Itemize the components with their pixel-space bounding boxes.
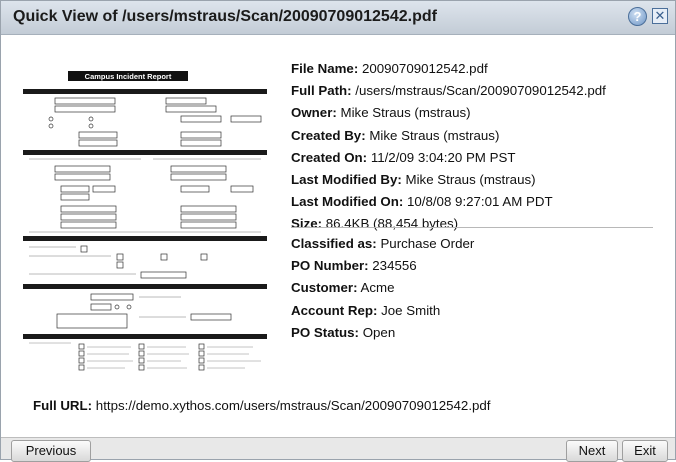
metadata-label: Last Modified On:	[291, 194, 404, 210]
full-url: Full URL: https://demo.xythos.com/users/…	[33, 398, 491, 413]
metadata-label: Size:	[291, 216, 323, 232]
file-metadata: File Name: 20090709012542.pdf Full Path:…	[291, 58, 661, 236]
metadata-value: Mike Straus (mstraus)	[340, 105, 471, 121]
metadata-row: Last Modified By: Mike Straus (mstraus)	[291, 169, 661, 191]
classification-value: Open	[362, 324, 396, 340]
document-thumbnail: Campus Incident Report	[21, 56, 271, 374]
classification-label: Customer:	[291, 280, 358, 296]
next-button[interactable]: Next	[566, 440, 618, 462]
dialog-title: Quick View of /users/mstraus/Scan/200907…	[13, 8, 437, 25]
metadata-label: Full Path:	[291, 83, 352, 99]
previous-button[interactable]: Previous	[11, 440, 91, 462]
classification-metadata: Classified as: Purchase Order PO Number:…	[291, 233, 661, 344]
metadata-label: Owner:	[291, 105, 337, 121]
metadata-row: File Name: 20090709012542.pdf	[291, 58, 661, 80]
metadata-value: /users/mstraus/Scan/20090709012542.pdf	[355, 83, 606, 99]
classification-value: Joe Smith	[381, 302, 441, 318]
classification-row: Customer: Acme	[291, 277, 661, 299]
metadata-value: 11/2/09 3:04:20 PM PST	[370, 149, 516, 165]
metadata-row: Created By: Mike Straus (mstraus)	[291, 125, 661, 147]
dialog-footer: Previous Next Exit	[1, 437, 675, 462]
thumbnail-doc-title: Campus Incident Report	[85, 72, 172, 81]
metadata-label: File Name:	[291, 61, 359, 76]
exit-button[interactable]: Exit	[622, 440, 668, 462]
classification-label: Classified as:	[291, 236, 377, 251]
full-url-label: Full URL:	[33, 398, 93, 413]
metadata-value: 20090709012542.pdf	[361, 61, 488, 76]
document-preview: Campus Incident Report	[21, 56, 271, 374]
metadata-value: Mike Straus (mstraus)	[369, 127, 500, 143]
metadata-row: Created On: 11/2/09 3:04:20 PM PST	[291, 147, 661, 169]
metadata-divider	[291, 227, 653, 228]
classification-row: Account Rep: Joe Smith	[291, 300, 661, 322]
metadata-label: Created On:	[291, 149, 368, 165]
close-icon[interactable]: ✕	[652, 8, 668, 24]
metadata-row: Full Path: /users/mstraus/Scan/200907090…	[291, 80, 661, 102]
metadata-value: Mike Straus (mstraus)	[405, 171, 536, 187]
classification-label: Account Rep:	[291, 302, 378, 318]
classification-row: Classified as: Purchase Order	[291, 233, 661, 255]
classification-value: Purchase Order	[380, 236, 475, 251]
classification-row: PO Status: Open	[291, 322, 661, 344]
metadata-label: Created By:	[291, 127, 366, 143]
classification-label: PO Status:	[291, 324, 359, 340]
metadata-row: Last Modified On: 10/8/08 9:27:01 AM PDT	[291, 191, 661, 213]
metadata-value: 10/8/08 9:27:01 AM PDT	[406, 194, 553, 210]
classification-value: Acme	[360, 280, 395, 296]
full-url-value[interactable]: https://demo.xythos.com/users/mstraus/Sc…	[96, 398, 491, 413]
metadata-row: Owner: Mike Straus (mstraus)	[291, 102, 661, 124]
dialog-titlebar: Quick View of /users/mstraus/Scan/200907…	[1, 1, 675, 35]
metadata-value: 86.4KB (88,454 bytes)	[325, 216, 459, 232]
quick-view-dialog: Quick View of /users/mstraus/Scan/200907…	[0, 0, 676, 462]
classification-value: 234556	[372, 258, 417, 274]
help-icon[interactable]: ?	[628, 7, 647, 26]
classification-label: PO Number:	[291, 258, 369, 274]
metadata-label: Last Modified By:	[291, 171, 402, 187]
classification-row: PO Number: 234556	[291, 255, 661, 277]
